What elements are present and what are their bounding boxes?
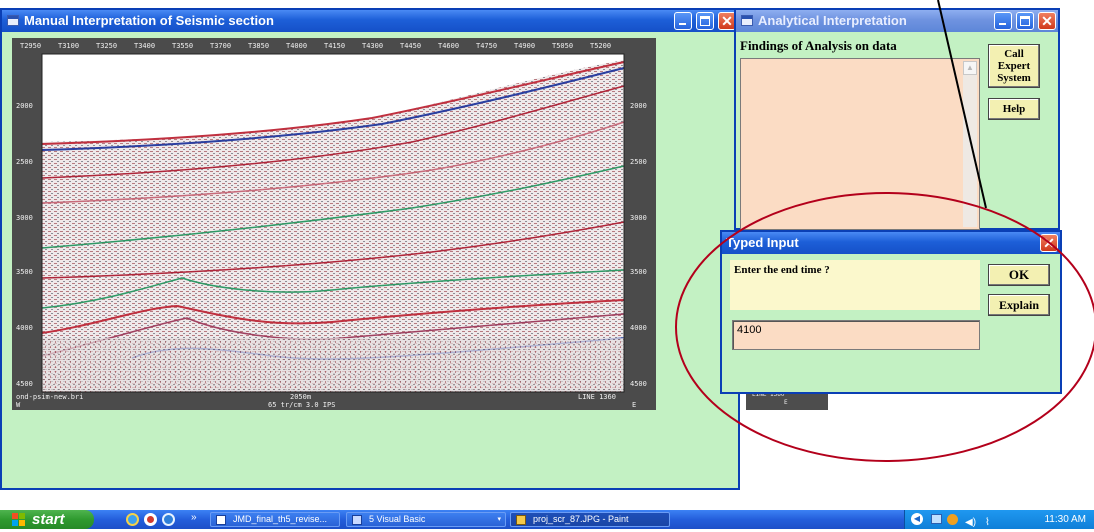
close-button[interactable]: ✕ <box>1040 234 1058 252</box>
right-depth-label: 4500 <box>630 380 647 388</box>
depth-label: 4000 <box>16 324 33 332</box>
close-icon: ✕ <box>1043 235 1055 251</box>
right-depth-label: 4000 <box>630 324 647 332</box>
word-icon <box>216 515 226 525</box>
maximize-icon <box>1020 16 1030 26</box>
minimize-icon <box>679 23 686 25</box>
analytical-window-titlebar[interactable]: Analytical Interpretation ✕ <box>736 10 1058 32</box>
ok-button[interactable]: OK <box>988 264 1050 286</box>
top-tick: T3400 <box>134 42 155 50</box>
right-depth-label: 3500 <box>630 268 647 276</box>
depth-label: 2500 <box>16 158 33 166</box>
clock[interactable]: 11:30 AM <box>1044 510 1086 529</box>
taskbar-item-visual-basic[interactable]: 5 Visual Basic ▾ <box>346 512 506 527</box>
call-expert-system-button[interactable]: Call Expert System <box>988 44 1040 88</box>
depth-label: 4500 <box>16 380 33 388</box>
end-time-input[interactable]: 4100 <box>732 320 980 350</box>
fragment-east-label: E <box>784 399 788 406</box>
typed-input-title: Typed Input <box>726 235 799 250</box>
prompt-text: Enter the end time ? <box>734 264 830 276</box>
top-tick: T4450 <box>400 42 421 50</box>
top-tick: T3550 <box>172 42 193 50</box>
visual-basic-icon <box>352 515 362 525</box>
window-app-icon <box>7 15 19 26</box>
end-time-input-value: 4100 <box>737 324 762 336</box>
chevron-down-icon: ▾ <box>497 516 501 523</box>
windows-logo-icon <box>12 513 26 526</box>
minimize-icon <box>999 23 1006 25</box>
depth-label: 2000 <box>16 102 33 110</box>
seismic-window-titlebar[interactable]: Manual Interpretation of Seismic section… <box>2 10 738 32</box>
tray-network-icon[interactable] <box>931 514 942 524</box>
depth-label: 3500 <box>16 268 33 276</box>
trace-rate-label: 65 tr/cm 3.0 IPS <box>268 401 335 409</box>
minimize-button[interactable] <box>994 12 1012 30</box>
top-tick: T3250 <box>96 42 117 50</box>
seismic-section-graphic: T2950 T3100 T3250 T3400 T3550 T3700 T385… <box>12 38 656 410</box>
top-tick: T5050 <box>552 42 573 50</box>
top-tick: T2950 <box>20 42 41 50</box>
top-tick: T3700 <box>210 42 231 50</box>
top-tick: T4150 <box>324 42 345 50</box>
quick-launch-ie2-icon[interactable] <box>162 513 175 526</box>
taskbar: start » JMD_final_th5_revise... 5 Visual… <box>0 510 1094 529</box>
quick-launch-chrome-icon[interactable] <box>144 513 157 526</box>
close-icon: ✕ <box>721 13 733 29</box>
typed-input-dialog: Typed Input ✕ Enter the end time ? OK Ex… <box>720 230 1062 394</box>
taskbar-item-paint[interactable]: proj_scr_87.JPG - Paint <box>510 512 670 527</box>
prompt-area: Enter the end time ? <box>730 260 980 310</box>
quick-launch-more-icon[interactable]: » <box>191 510 197 526</box>
taskbar-item-word[interactable]: JMD_final_th5_revise... <box>210 512 340 527</box>
close-button[interactable]: ✕ <box>1038 12 1056 30</box>
typed-input-titlebar[interactable]: Typed Input ✕ <box>722 232 1060 254</box>
findings-label: Findings of Analysis on data <box>740 38 897 53</box>
top-tick: T4900 <box>514 42 535 50</box>
maximize-button[interactable] <box>696 12 714 30</box>
seismic-window-title: Manual Interpretation of Seismic section <box>24 13 274 28</box>
window-app-icon <box>741 15 753 26</box>
explain-button[interactable]: Explain <box>988 294 1050 316</box>
tray-wifi-icon[interactable]: ⌇ <box>985 513 990 532</box>
taskbar-item-label: JMD_final_th5_revise... <box>233 514 328 524</box>
system-tray: ◀ ◀) ⌇ 11:30 AM <box>904 510 1094 529</box>
taskbar-item-label: proj_scr_87.JPG - Paint <box>533 514 629 524</box>
top-tick: T3100 <box>58 42 79 50</box>
minimize-button[interactable] <box>674 12 692 30</box>
right-depth-label: 2500 <box>630 158 647 166</box>
scale-label: 2050m <box>290 393 311 401</box>
close-icon: ✕ <box>1041 13 1053 29</box>
top-tick: T5200 <box>590 42 611 50</box>
analytical-window-title: Analytical Interpretation <box>758 13 907 28</box>
seismic-section-image[interactable]: T2950 T3100 T3250 T3400 T3550 T3700 T385… <box>12 38 656 410</box>
tray-update-icon[interactable] <box>947 514 958 525</box>
top-tick: T3850 <box>248 42 269 50</box>
east-label: E <box>632 401 636 409</box>
scroll-up-button[interactable]: ▲ <box>963 61 977 75</box>
top-tick: T4750 <box>476 42 497 50</box>
top-tick: T4600 <box>438 42 459 50</box>
taskbar-item-label: 5 Visual Basic <box>369 514 426 524</box>
analytical-window: Analytical Interpretation ✕ Findings of … <box>734 8 1060 230</box>
maximize-icon <box>700 16 710 26</box>
file-label: ond-psim-new.bri <box>16 393 83 401</box>
start-label: start <box>32 511 65 528</box>
right-depth-label: 3000 <box>630 214 647 222</box>
maximize-button[interactable] <box>1016 12 1034 30</box>
paint-icon <box>516 515 526 525</box>
quick-launch-ie-icon[interactable] <box>126 513 139 526</box>
line-label: LINE 1360 <box>578 393 616 401</box>
start-button[interactable]: start <box>0 510 94 529</box>
top-tick: T4000 <box>286 42 307 50</box>
tray-arrow-icon[interactable]: ◀ <box>911 513 923 525</box>
top-tick: T4300 <box>362 42 383 50</box>
right-depth-label: 2000 <box>630 102 647 110</box>
tray-volume-icon[interactable]: ◀) <box>965 513 976 532</box>
depth-label: 3000 <box>16 214 33 222</box>
scrollbar[interactable]: ▲ <box>963 61 977 227</box>
help-button[interactable]: Help <box>988 98 1040 120</box>
chevron-up-icon: ▲ <box>966 63 974 72</box>
findings-textarea[interactable]: ▲ <box>740 58 980 230</box>
